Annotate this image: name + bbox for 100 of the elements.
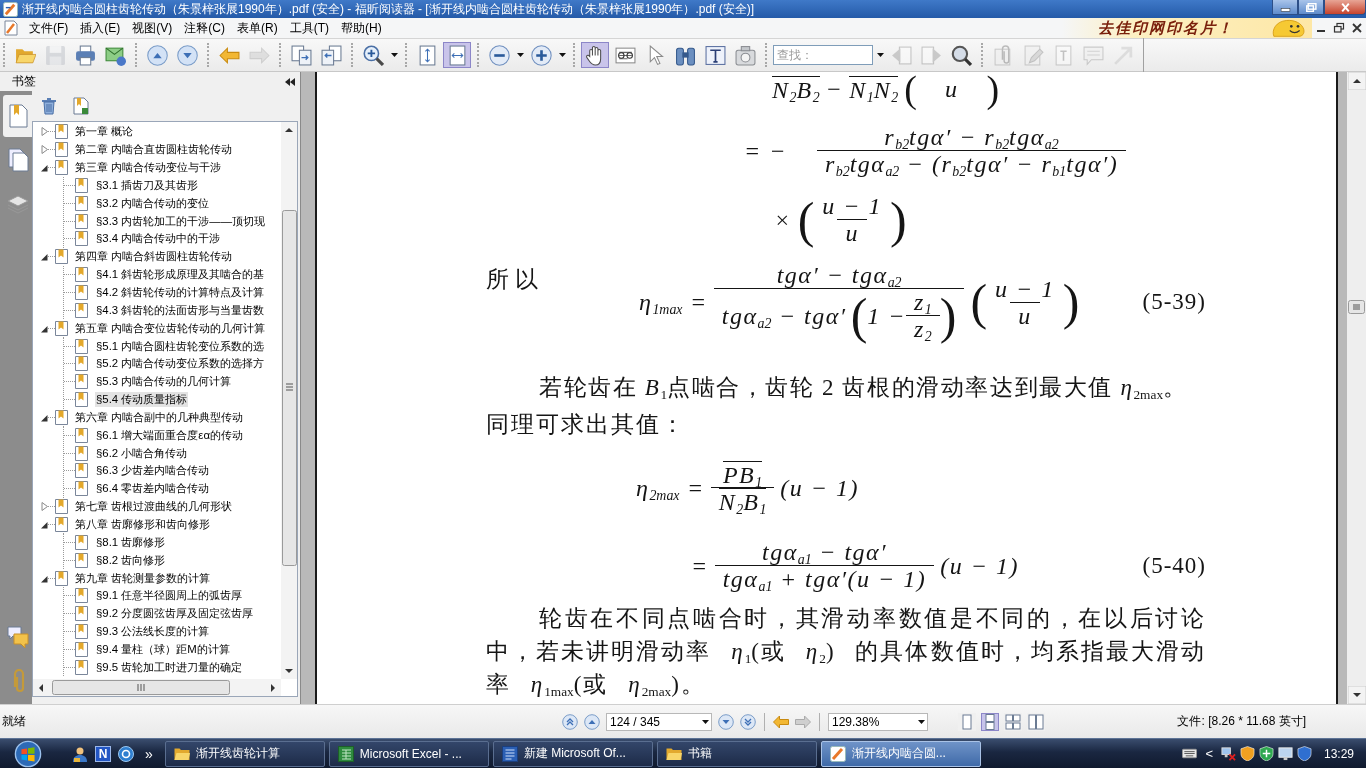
bookmark-item[interactable]: §9.1 任意半径圆周上的弧齿厚	[95, 588, 244, 604]
bookmark-item[interactable]: §6.2 小啮合角传动	[95, 445, 189, 461]
bookmark-icon	[75, 624, 88, 640]
bookmark-item[interactable]: §3.2 内啮合传动的变位	[95, 195, 211, 211]
continuous-facing-icon[interactable]	[1027, 712, 1045, 731]
bookmark-item[interactable]: §9.3 公法线长度的计算	[95, 624, 211, 640]
scroll-thumb[interactable]	[281, 210, 297, 566]
collapse-icon[interactable]	[285, 77, 295, 86]
ad-text[interactable]: 去佳印网印名片！	[1098, 18, 1234, 38]
expanded-triangle-icon[interactable]	[41, 323, 48, 333]
continuous-page-icon[interactable]	[981, 712, 999, 731]
shield-icon[interactable]	[1239, 746, 1255, 761]
person-icon[interactable]	[72, 745, 88, 762]
camera-icon	[734, 44, 756, 66]
bookmark-item[interactable]: 第八章 齿廓修形和齿向修形	[74, 517, 212, 532]
last-page-icon[interactable]	[740, 713, 756, 730]
expanded-triangle-icon[interactable]	[41, 520, 48, 529]
taskbar-button[interactable]: 新建 Microsoft Of...	[492, 740, 653, 767]
expanded-triangle-icon[interactable]	[41, 573, 48, 583]
shield-icon[interactable]	[1258, 746, 1274, 761]
collapsed-triangle-icon[interactable]	[41, 145, 48, 155]
close-button[interactable]	[1324, 0, 1366, 15]
taskbar-button[interactable]: Microsoft Excel - ...	[328, 740, 489, 767]
first-page-icon[interactable]	[562, 713, 578, 730]
bookmark-item[interactable]: 第七章 齿根过渡曲线的几何形状	[74, 499, 234, 515]
minimize-button[interactable]	[1272, 0, 1298, 15]
menu-item[interactable]: 工具(T)	[283, 17, 335, 39]
bookmark-item[interactable]: §4.1 斜齿轮形成原理及其啮合的基	[95, 267, 266, 283]
scroll-down-arrow-icon[interactable]	[1347, 686, 1366, 704]
formula-term: u	[845, 220, 859, 246]
network-error-icon[interactable]	[1220, 746, 1236, 761]
expanded-triangle-icon[interactable]	[41, 163, 48, 173]
left-arrow-icon[interactable]	[773, 714, 789, 729]
facing-pages-icon[interactable]	[1004, 712, 1022, 731]
add-bookmark-button[interactable]	[72, 96, 90, 116]
bookmark-item[interactable]: §9.4 量柱（球）距M的计算	[95, 641, 231, 657]
menu-item[interactable]: 表单(R)	[231, 17, 284, 39]
vertical-scrollbar[interactable]	[1347, 72, 1366, 704]
restore-icon[interactable]	[1332, 21, 1346, 35]
expanded-triangle-icon[interactable]	[41, 412, 48, 422]
bookmark-item[interactable]: §3.4 内啮合传动中的干涉	[95, 231, 222, 247]
bookmark-item[interactable]: §5.2 内啮合传动变位系数的选择方	[95, 356, 266, 372]
more-button[interactable]: »	[145, 745, 153, 762]
close-icon[interactable]	[1350, 21, 1364, 35]
formula-term: (u − 1)	[780, 474, 859, 501]
delete-button[interactable]	[40, 96, 58, 116]
bookmark-item[interactable]: 第四章 内啮合斜齿圆柱齿轮传动	[74, 249, 234, 265]
scroll-up-arrow-icon[interactable]	[1347, 72, 1366, 90]
collapsed-triangle-icon[interactable]	[41, 502, 48, 512]
page-number-field[interactable]: 124 / 345	[606, 712, 712, 731]
taskbar-button[interactable]: 渐开线内啮合圆...	[820, 740, 981, 767]
bookmark-item[interactable]: §6.4 零齿差内啮合传动	[95, 481, 211, 497]
bookmark-item[interactable]: §3.1 插齿刀及其齿形	[95, 177, 200, 193]
scroll-thumb[interactable]	[52, 680, 230, 695]
bookmark-item[interactable]: §5.3 内啮合传动的几何计算	[95, 374, 233, 390]
zoom-field[interactable]: 129.38%	[828, 712, 928, 731]
show-hidden-icons-button[interactable]: <	[1205, 746, 1213, 761]
bookmark-item[interactable]: §8.2 齿向修形	[95, 552, 167, 568]
horizontal-scrollbar[interactable]	[33, 679, 281, 696]
bookmark-icon	[75, 374, 88, 390]
formula-term: u	[943, 76, 960, 102]
bookmark-item[interactable]: 第六章 内啮合副中的几种典型传动	[74, 409, 245, 425]
disc-icon[interactable]	[118, 745, 134, 762]
restore-button[interactable]	[1298, 0, 1324, 15]
previous-page-icon[interactable]	[584, 713, 600, 730]
collapsed-triangle-icon[interactable]	[41, 127, 48, 137]
bookmark-item[interactable]: §6.3 少齿差内啮合传动	[95, 463, 211, 479]
next-page-icon[interactable]	[718, 713, 734, 730]
taskbar-button[interactable]: 渐开线齿轮计算	[164, 740, 325, 767]
menu-item[interactable]: 插入(E)	[74, 17, 127, 39]
bookmark-item[interactable]: 第五章 内啮合变位齿轮传动的几何计算	[74, 320, 267, 336]
menu-item[interactable]: 注释(C)	[178, 17, 231, 39]
bookmark-item[interactable]: 第三章 内啮合传动变位与干涉	[74, 160, 223, 176]
clock[interactable]: 13:29	[1323, 746, 1354, 761]
bookmark-item[interactable]: §3.3 内齿轮加工的干涉——顶切现	[95, 213, 267, 229]
taskbar-button[interactable]: 书籍	[656, 740, 817, 767]
bookmark-item[interactable]: §5.1 内啮合圆柱齿轮变位系数的选	[95, 338, 266, 354]
bookmark-item[interactable]: §8.1 齿廓修形	[95, 534, 167, 550]
bookmark-item[interactable]: 第一章 概论	[74, 124, 135, 140]
bookmark-item[interactable]: §9.5 齿轮加工时进刀量的确定	[95, 659, 244, 675]
launcher-button[interactable]: N	[95, 745, 111, 762]
shield-icon[interactable]	[1296, 746, 1312, 761]
bookmark-item[interactable]: 第二章 内啮合直齿圆柱齿轮传动	[74, 142, 234, 158]
search-field[interactable]: 查找：	[773, 45, 873, 65]
scroll-thumb[interactable]	[1348, 300, 1365, 314]
bookmark-item[interactable]: §6.1 增大端面重合度εα的传动	[95, 427, 244, 443]
menu-item[interactable]: 帮助(H)	[335, 17, 388, 39]
hand-tool-button[interactable]	[581, 42, 609, 68]
fit-width-button[interactable]	[443, 42, 471, 68]
expanded-triangle-icon[interactable]	[41, 252, 48, 262]
bookmark-item[interactable]: 第九章 齿轮测量参数的计算	[74, 570, 212, 586]
bookmark-item[interactable]: §4.3 斜齿轮的法面齿形与当量齿数	[95, 302, 266, 318]
keyboard-icon[interactable]	[1182, 746, 1198, 761]
monitor-icon[interactable]	[1277, 746, 1293, 761]
previous-icon	[890, 44, 912, 66]
menu-item[interactable]: 文件(F)	[23, 17, 75, 39]
bookmark-item[interactable]: §5.4 传动质量指标	[95, 392, 189, 408]
bookmark-item[interactable]: §9.2 分度圆弦齿厚及固定弦齿厚	[95, 606, 255, 622]
bookmark-item[interactable]: §4.2 斜齿轮传动的计算特点及计算	[95, 285, 266, 300]
menu-item[interactable]: 视图(V)	[126, 17, 179, 39]
